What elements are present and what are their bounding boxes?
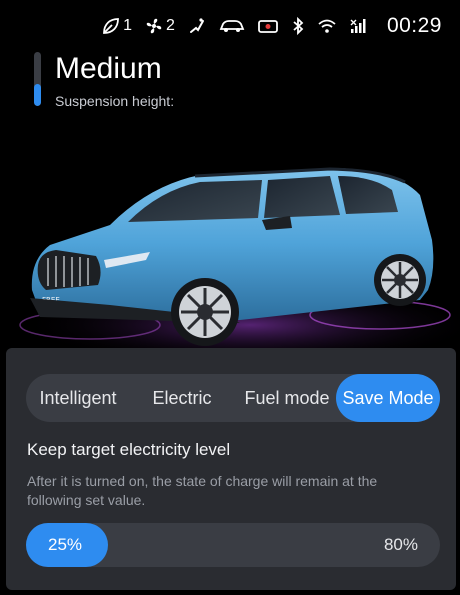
target-level-title: Keep target electricity level — [27, 440, 231, 459]
slider-max-label: 80% — [383, 535, 418, 554]
eco-status: 1 — [101, 16, 132, 36]
wifi-status — [317, 16, 337, 36]
grille — [37, 250, 101, 290]
fan-status: 2 — [144, 16, 175, 36]
wifi-icon — [318, 19, 336, 33]
bluetooth-icon — [293, 16, 304, 36]
clock: 00:29 — [386, 14, 442, 37]
fan-speed: 2 — [166, 17, 175, 34]
suspension-level-indicator — [34, 52, 41, 106]
slider-value-label: 25% — [48, 535, 83, 554]
rear-wheel — [374, 254, 426, 306]
suspension-mode-title: Medium — [55, 52, 162, 85]
eco-count: 1 — [123, 17, 133, 34]
seat-heat-status — [187, 16, 207, 36]
mode-save[interactable]: Save Mode — [336, 374, 440, 422]
leaf-icon — [103, 18, 120, 34]
status-bar: 1 2 00:29 — [101, 12, 442, 40]
target-level-description: After it is turned on, the state of char… — [27, 473, 378, 508]
energy-mode-selector: Intelligent Electric Fuel mode Save Mode — [26, 374, 440, 422]
energy-mode-panel: Intelligent Electric Fuel mode Save Mode… — [6, 348, 456, 590]
suspension-level-fill — [34, 84, 41, 106]
bluetooth-status — [291, 16, 305, 36]
dashcam-icon — [258, 20, 278, 33]
side-window-front — [264, 176, 340, 218]
suspension-height-label: Suspension height: — [55, 93, 175, 109]
mode-electric[interactable]: Electric — [130, 374, 234, 422]
mode-fuel[interactable]: Fuel mode — [234, 374, 340, 422]
seat-heat-icon — [189, 18, 204, 33]
dashcam-status — [257, 16, 279, 36]
mode-intelligent[interactable]: Intelligent — [26, 374, 130, 422]
cellular-status — [349, 16, 369, 36]
car-image: FREE — [19, 167, 460, 360]
cellular-signal-icon — [350, 19, 366, 33]
car-icon — [219, 20, 245, 32]
front-wheel — [171, 278, 239, 346]
car-status — [219, 16, 245, 36]
fan-icon — [146, 18, 162, 34]
target-level-slider[interactable]: 25% 80% — [26, 523, 440, 567]
